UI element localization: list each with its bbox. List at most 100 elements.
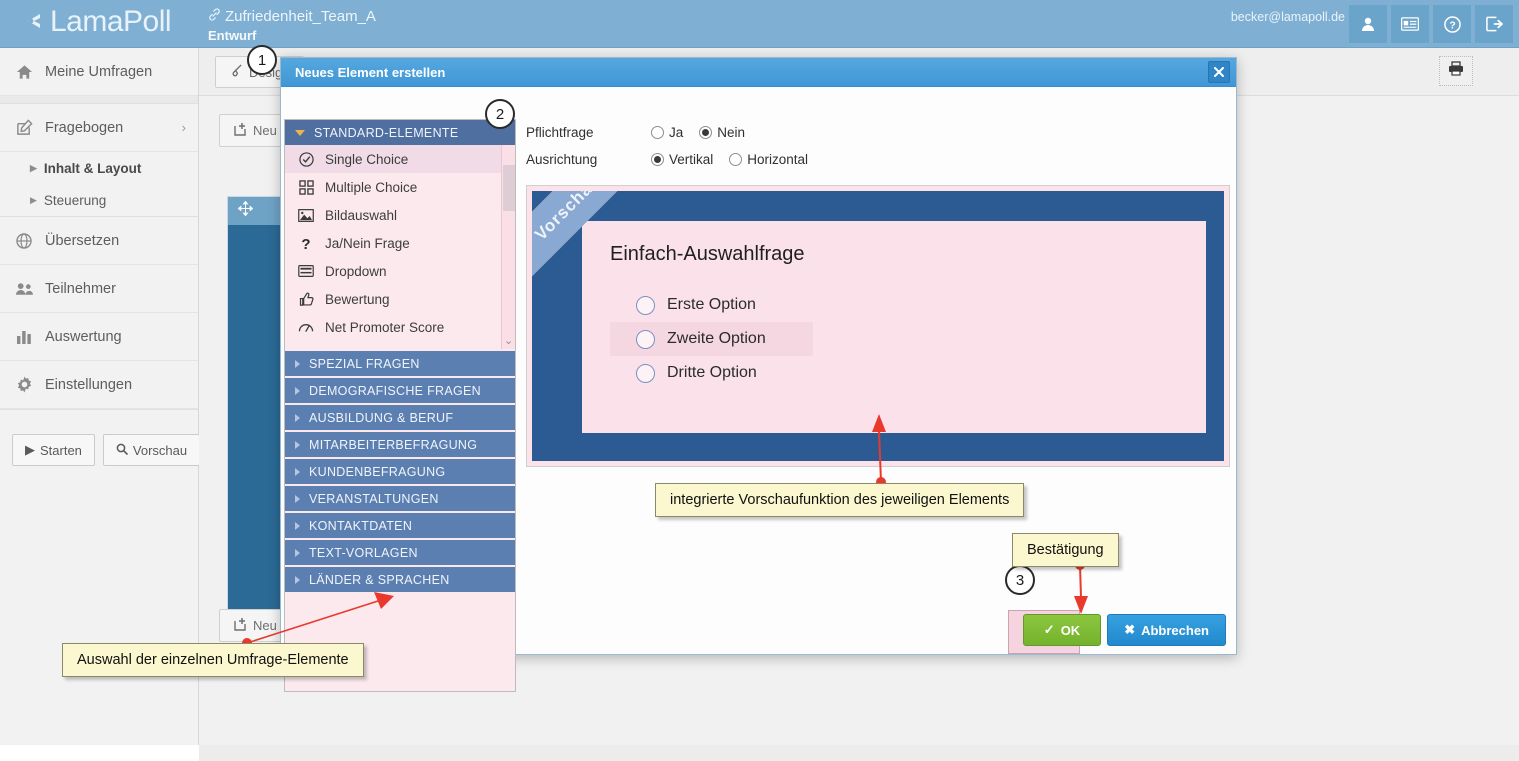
category-ausbildung-beruf[interactable]: AUSBILDUNG & BERUF bbox=[285, 405, 515, 430]
thumbs-up-icon bbox=[297, 292, 315, 307]
move-handle-icon[interactable] bbox=[237, 200, 254, 221]
preview-option-3[interactable]: Dritte Option bbox=[610, 356, 1182, 390]
category-demografische-fragen[interactable]: DEMOGRAFISCHE FRAGEN bbox=[285, 378, 515, 403]
sidebar: Meine Umfragen Fragebogen › ▶ Inhalt & L… bbox=[0, 48, 201, 745]
element-label: Multiple Choice bbox=[325, 179, 418, 195]
dialog-title-bar: Neues Element erstellen bbox=[281, 58, 1236, 87]
grid-squares-icon bbox=[297, 179, 315, 195]
triangle-right-icon bbox=[295, 440, 300, 449]
element-item-multiple-choice[interactable]: Multiple Choice bbox=[285, 173, 515, 201]
category-label: STANDARD-ELEMENTE bbox=[314, 125, 459, 140]
sidebar-item-fragebogen[interactable]: Fragebogen › bbox=[0, 104, 198, 152]
element-label: Ja/Nein Frage bbox=[325, 235, 410, 251]
preview-button[interactable]: Vorschau bbox=[102, 434, 201, 466]
sidebar-sub-label: Inhalt & Layout bbox=[43, 160, 142, 176]
preview-option-1[interactable]: Erste Option bbox=[610, 288, 1182, 322]
survey-name[interactable]: Zufriedenheit_Team_A bbox=[208, 8, 376, 25]
element-item-net-promoter-score[interactable]: Net Promoter Score bbox=[285, 313, 515, 341]
sidebar-item-einstellungen[interactable]: Einstellungen bbox=[0, 361, 198, 409]
triangle-right-icon bbox=[295, 359, 300, 368]
category-standard-elemente[interactable]: STANDARD-ELEMENTE bbox=[285, 120, 515, 145]
category-mitarbeiterbefragung[interactable]: MITARBEITERBEFRAGUNG bbox=[285, 432, 515, 457]
bar-chart-icon bbox=[14, 329, 34, 344]
sidebar-item-steuerung[interactable]: ▶ Steuerung bbox=[0, 184, 198, 216]
element-label: Single Choice bbox=[325, 151, 409, 167]
element-item-single-choice[interactable]: Single Choice bbox=[285, 145, 515, 173]
element-item-bildauswahl[interactable]: Bildauswahl bbox=[285, 201, 515, 229]
app-logo[interactable]: LamaPoll bbox=[18, 5, 172, 39]
ok-button[interactable]: ✓ OK bbox=[1022, 614, 1102, 646]
printer-icon bbox=[1448, 61, 1464, 81]
dropdown-icon bbox=[297, 265, 315, 277]
element-item-dropdown[interactable]: Dropdown bbox=[285, 257, 515, 285]
required-yes-label: Ja bbox=[669, 125, 684, 140]
radio-circle-icon bbox=[636, 329, 655, 349]
sidebar-label: Meine Umfragen bbox=[45, 63, 153, 80]
category-label: DEMOGRAFISCHE FRAGEN bbox=[309, 383, 481, 398]
orientation-vertical-radio[interactable]: Vertikal bbox=[651, 152, 713, 167]
add-box-icon bbox=[234, 617, 248, 634]
category-label: MITARBEITERBEFRAGUNG bbox=[309, 437, 478, 452]
element-list-scrollbar[interactable]: ⌄ bbox=[501, 145, 515, 349]
sidebar-item-inhalt-layout[interactable]: ▶ Inhalt & Layout bbox=[0, 152, 198, 184]
category-laender-sprachen[interactable]: LÄNDER & SPRACHEN bbox=[285, 567, 515, 592]
id-card-icon[interactable] bbox=[1391, 5, 1429, 43]
survey-state-badge: Entwurf bbox=[208, 28, 257, 43]
user-email: becker@lamapoll.de bbox=[1230, 10, 1345, 24]
dialog-body: STANDARD-ELEMENTE Single Choice Multiple… bbox=[281, 87, 1236, 692]
orientation-label: Ausrichtung bbox=[526, 152, 598, 167]
preview-question: Einfach-Auswahlfrage Erste Option Zweite… bbox=[582, 221, 1206, 433]
help-icon[interactable]: ? bbox=[1433, 5, 1471, 43]
category-veranstaltungen[interactable]: VERANSTALTUNGEN bbox=[285, 486, 515, 511]
sidebar-item-uebersetzen[interactable]: Übersetzen bbox=[0, 217, 198, 265]
category-label: KUNDENBEFRAGUNG bbox=[309, 464, 446, 479]
start-button[interactable]: ▶ Starten bbox=[12, 434, 95, 466]
home-icon bbox=[14, 64, 34, 80]
user-icon[interactable] bbox=[1349, 5, 1387, 43]
required-no-radio[interactable]: Nein bbox=[699, 125, 745, 140]
preview-option-label: Zweite Option bbox=[667, 330, 766, 347]
required-yes-radio[interactable]: Ja bbox=[651, 125, 683, 140]
step-marker-1: 1 bbox=[247, 45, 277, 75]
element-item-bewertung[interactable]: Bewertung bbox=[285, 285, 515, 313]
callout-confirmation: Bestätigung bbox=[1012, 533, 1119, 567]
required-no-label: Nein bbox=[717, 125, 746, 140]
sidebar-label: Teilnehmer bbox=[45, 280, 116, 297]
required-question-label: Pflichtfrage bbox=[526, 125, 594, 140]
radio-circle-icon bbox=[729, 153, 743, 166]
category-label: TEXT-VORLAGEN bbox=[309, 545, 418, 560]
caret-right-icon: ▶ bbox=[30, 194, 37, 205]
triangle-down-icon bbox=[295, 129, 305, 136]
sidebar-item-teilnehmer[interactable]: Teilnehmer bbox=[0, 265, 198, 313]
start-label: Starten bbox=[40, 442, 82, 458]
callout-preview-function: integrierte Vorschaufunktion des jeweili… bbox=[655, 483, 1025, 517]
triangle-right-icon bbox=[295, 548, 300, 557]
sidebar-item-meine-umfragen[interactable]: Meine Umfragen bbox=[0, 48, 198, 96]
category-text-vorlagen[interactable]: TEXT-VORLAGEN bbox=[285, 540, 515, 565]
chevron-down-icon[interactable]: ⌄ bbox=[504, 334, 513, 347]
cancel-button[interactable]: ✖ Abbrechen bbox=[1107, 614, 1226, 646]
globe-icon bbox=[14, 232, 34, 249]
scrollbar-thumb[interactable] bbox=[503, 165, 515, 211]
gear-icon bbox=[14, 376, 34, 393]
callout-element-selection: Auswahl der einzelnen Umfrage-Elemente bbox=[62, 643, 364, 677]
element-chooser: STANDARD-ELEMENTE Single Choice Multiple… bbox=[284, 119, 516, 692]
category-kundenbefragung[interactable]: KUNDENBEFRAGUNG bbox=[285, 459, 515, 484]
category-spezial-fragen[interactable]: SPEZIAL FRAGEN bbox=[285, 351, 515, 376]
preview-frame: Vorschau Einfach-Auswahlfrage Erste Opti… bbox=[532, 191, 1224, 461]
link-icon bbox=[208, 8, 221, 25]
preview-option-2[interactable]: Zweite Option bbox=[610, 322, 813, 356]
sidebar-action-buttons: ▶ Starten Vorschau bbox=[0, 410, 201, 466]
element-item-ja-nein-frage[interactable]: ? Ja/Nein Frage bbox=[285, 229, 515, 257]
logout-icon[interactable] bbox=[1475, 5, 1513, 43]
add-box-icon bbox=[234, 122, 248, 139]
sidebar-sub-label: Steuerung bbox=[43, 192, 107, 208]
orientation-row: Ausrichtung Vertikal Horizontal bbox=[526, 146, 1228, 173]
sidebar-item-auswertung[interactable]: Auswertung bbox=[0, 313, 198, 361]
orientation-horizontal-radio[interactable]: Horizontal bbox=[729, 152, 808, 167]
triangle-right-icon bbox=[295, 467, 300, 476]
close-icon[interactable] bbox=[1208, 61, 1230, 83]
element-list[interactable]: Single Choice Multiple Choice Bildauswah… bbox=[285, 145, 515, 349]
category-kontaktdaten[interactable]: KONTAKTDATEN bbox=[285, 513, 515, 538]
print-button[interactable] bbox=[1439, 56, 1473, 86]
